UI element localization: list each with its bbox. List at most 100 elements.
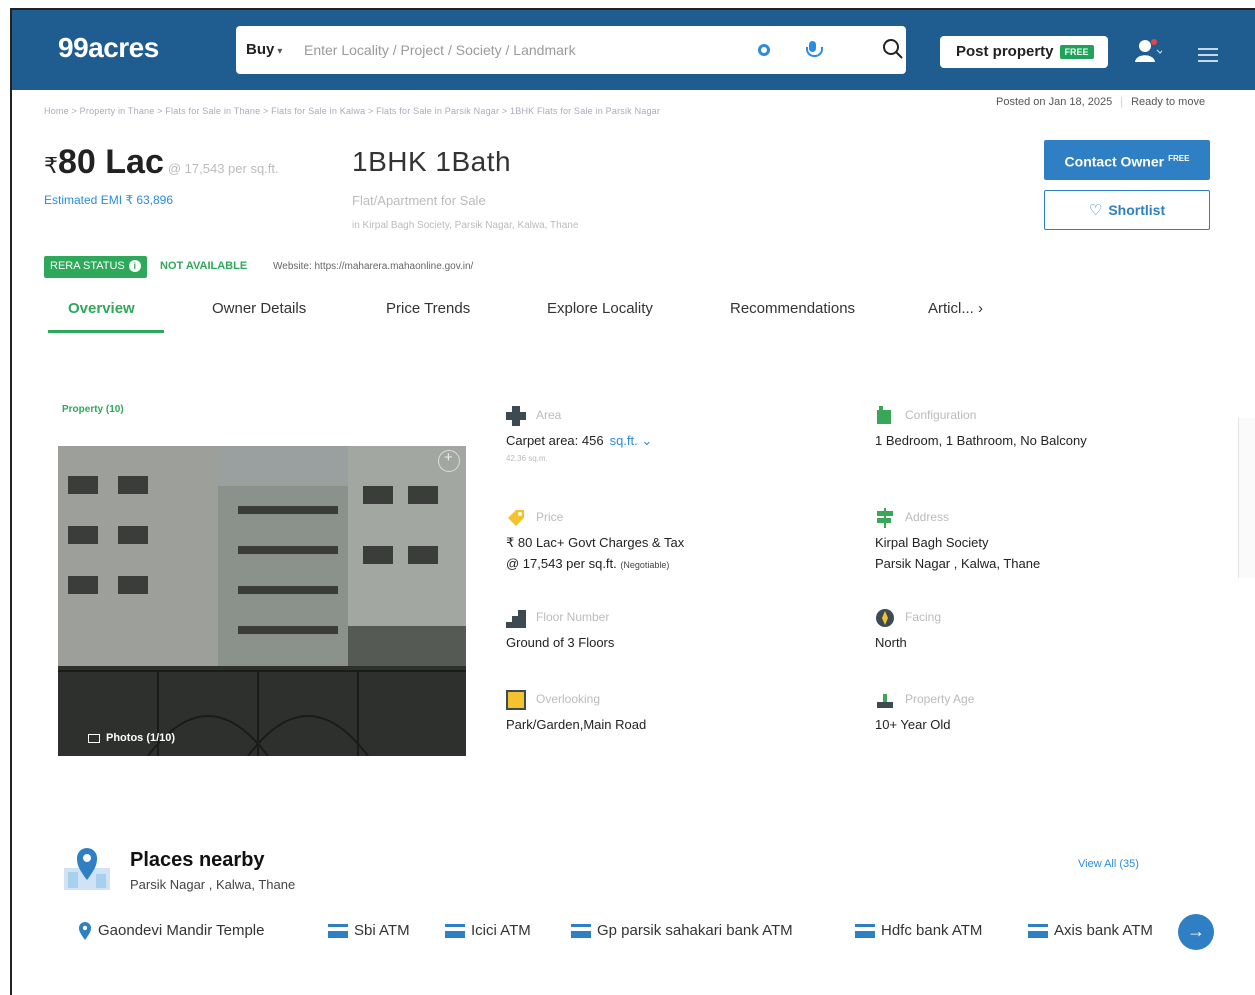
place-chip[interactable]: Hdfc bank ATM bbox=[855, 922, 982, 939]
rera-website[interactable]: Website: https://maharera.mahaonline.gov… bbox=[273, 261, 473, 272]
price-value: 80 Lac bbox=[58, 143, 164, 181]
search-bar: Buy ▾ bbox=[236, 26, 906, 74]
places-nearby-subtitle: Parsik Nagar , Kalwa, Thane bbox=[130, 877, 296, 892]
posted-date: Posted on Jan 18, 2025 bbox=[996, 96, 1113, 108]
area-unit-dropdown[interactable]: sq.ft. ⌄ bbox=[610, 433, 653, 448]
user-account-icon[interactable] bbox=[1134, 38, 1162, 64]
overlooking-window-icon bbox=[506, 690, 526, 710]
detail-value: Carpet area: 456 sq.ft. ⌄ bbox=[506, 430, 652, 451]
locate-me-icon[interactable] bbox=[758, 44, 770, 56]
photo-counter-label: Photos (1/10) bbox=[106, 732, 176, 744]
floor-stairs-icon bbox=[506, 610, 526, 628]
breadcrumb[interactable]: Home > Property in Thane > Flats for Sal… bbox=[44, 106, 660, 116]
possession-status: Ready to move bbox=[1131, 96, 1206, 108]
tab-recommendations[interactable]: Recommendations bbox=[730, 300, 855, 317]
address-line-1: Kirpal Bagh Society bbox=[875, 535, 989, 550]
chevron-down-icon: ▾ bbox=[277, 46, 283, 57]
hamburger-menu-icon[interactable] bbox=[1198, 48, 1218, 62]
places-nearby-title: Places nearby bbox=[130, 849, 265, 871]
price-heading: ₹80 Lac @ 17,543 per sq.ft. bbox=[44, 143, 279, 182]
place-name: Gp parsik sahakari bank ATM bbox=[597, 922, 793, 939]
address-line-2: Parsik Nagar , Kalwa, Thane bbox=[875, 556, 1041, 571]
contact-owner-label: Contact Owner bbox=[1064, 153, 1165, 170]
carpet-area-value: Carpet area: 456 bbox=[506, 433, 604, 448]
detail-label: Price bbox=[536, 510, 564, 524]
configuration-icon bbox=[877, 406, 891, 424]
property-address-short: in Kirpal Bagh Society, Parsik Nagar, Ka… bbox=[352, 220, 579, 231]
address-signpost-icon bbox=[877, 508, 893, 528]
place-name: Icici ATM bbox=[471, 922, 531, 939]
location-pin-icon bbox=[64, 848, 110, 890]
post-property-label: Post property bbox=[956, 43, 1054, 60]
contact-owner-button[interactable]: Contact Owner FREE bbox=[1044, 140, 1210, 180]
place-name: Hdfc bank ATM bbox=[881, 922, 983, 939]
area-unit-label: sq.ft. bbox=[609, 433, 638, 448]
area-icon bbox=[506, 406, 526, 426]
heart-icon: ♡ bbox=[1088, 202, 1103, 219]
price-tag-icon bbox=[508, 510, 524, 526]
tab-price-trends[interactable]: Price Trends bbox=[386, 300, 470, 317]
detail-value: 1 Bedroom, 1 Bathroom, No Balcony bbox=[875, 433, 1087, 448]
search-input[interactable] bbox=[304, 36, 724, 64]
negotiable-label: (Negotiable) bbox=[620, 560, 670, 570]
detail-label: Address bbox=[905, 510, 950, 524]
site-logo[interactable]: 99acres bbox=[58, 32, 159, 64]
place-name: Sbi ATM bbox=[354, 922, 410, 939]
top-header: 99acres Buy▾ Post property FREE bbox=[12, 10, 1255, 90]
chevron-right-icon[interactable]: › bbox=[978, 300, 983, 317]
detail-label: Configuration bbox=[905, 408, 977, 422]
compass-icon bbox=[876, 609, 894, 627]
detail-label: Floor Number bbox=[536, 610, 610, 624]
detail-label: Property Age bbox=[905, 692, 975, 706]
detail-value: 10+ Year Old bbox=[875, 717, 951, 732]
search-mode-dropdown[interactable]: Buy ▾ bbox=[246, 41, 282, 58]
post-property-button[interactable]: Post property FREE bbox=[940, 36, 1108, 68]
arrow-right-icon: → bbox=[1187, 921, 1205, 941]
contact-free-badge: FREE bbox=[1168, 154, 1190, 163]
property-photo[interactable] bbox=[58, 446, 466, 756]
area-sqm: 42.36 sq.m. bbox=[506, 454, 548, 463]
tab-explore-locality[interactable]: Explore Locality bbox=[547, 300, 653, 317]
building-photo-illustration bbox=[58, 446, 466, 756]
tab-overview[interactable]: Overview bbox=[68, 300, 135, 317]
tab-articles-label: Articl... bbox=[928, 300, 974, 317]
place-chip[interactable]: Gaondevi Mandir Temple bbox=[78, 922, 265, 941]
tab-owner-details[interactable]: Owner Details bbox=[212, 300, 306, 317]
place-chip[interactable]: Axis bank ATM bbox=[1028, 922, 1153, 939]
shortlist-label: Shortlist bbox=[1108, 202, 1166, 218]
place-chip[interactable]: Sbi ATM bbox=[328, 922, 410, 939]
free-badge: FREE bbox=[1059, 45, 1094, 60]
detail-value: Park/Garden,Main Road bbox=[506, 717, 647, 732]
rera-status: NOT AVAILABLE bbox=[160, 260, 248, 272]
search-icon[interactable] bbox=[882, 38, 904, 60]
detail-label: Overlooking bbox=[536, 692, 601, 706]
property-age-icon bbox=[877, 694, 893, 708]
shortlist-button[interactable]: ♡ Shortlist bbox=[1044, 190, 1210, 230]
place-name: Gaondevi Mandir Temple bbox=[98, 922, 265, 939]
atm-icon bbox=[328, 924, 348, 939]
view-all-link[interactable]: View All (35) bbox=[1078, 858, 1139, 870]
place-name: Axis bank ATM bbox=[1054, 922, 1153, 939]
section-tabs: Overview Owner Details Price Trends Expl… bbox=[44, 296, 1004, 336]
price-line-2: @ 17,543 per sq.ft. (Negotiable) bbox=[506, 553, 684, 576]
photo-counter[interactable]: Photos (1/10) bbox=[88, 732, 175, 744]
atm-icon bbox=[1028, 924, 1048, 939]
property-title: 1BHK 1Bath bbox=[352, 146, 512, 177]
microphone-icon[interactable] bbox=[806, 41, 823, 59]
emi-link[interactable]: Estimated EMI ₹ 63,896 bbox=[44, 193, 173, 207]
property-subtitle: Flat/Apartment for Sale bbox=[352, 193, 486, 208]
map-marker-icon bbox=[79, 922, 91, 941]
zoom-icon[interactable] bbox=[438, 449, 460, 472]
side-widget-edge[interactable] bbox=[1238, 418, 1255, 578]
detail-label: Area bbox=[536, 408, 562, 422]
rupee-symbol: ₹ bbox=[44, 153, 58, 178]
info-icon[interactable]: i bbox=[128, 260, 141, 272]
place-chip[interactable]: Icici ATM bbox=[445, 922, 531, 939]
places-next-button[interactable]: → bbox=[1178, 914, 1214, 950]
price-line-1: ₹ 80 Lac+ Govt Charges & Tax bbox=[506, 535, 685, 550]
tab-articles[interactable]: Articl... › bbox=[928, 300, 983, 317]
rera-badge: RERA STATUS i bbox=[44, 256, 147, 278]
search-mode-label: Buy bbox=[246, 41, 275, 58]
detail-value: North bbox=[875, 635, 907, 650]
place-chip[interactable]: Gp parsik sahakari bank ATM bbox=[571, 922, 793, 939]
